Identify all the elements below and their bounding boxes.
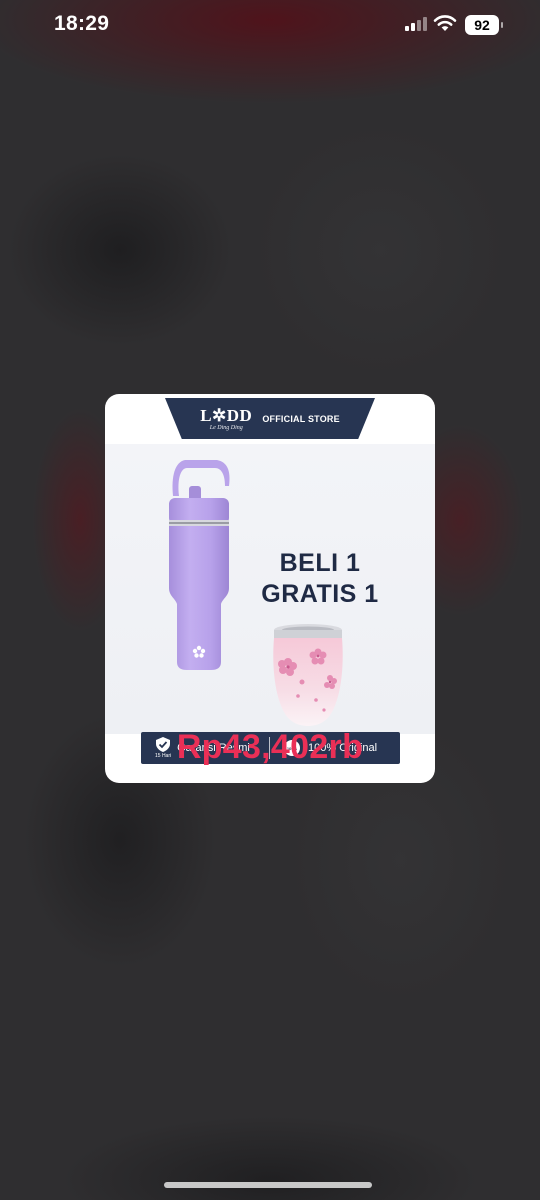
signal-icon bbox=[405, 17, 427, 31]
wifi-icon bbox=[433, 15, 457, 31]
tumbler-image bbox=[169, 460, 230, 670]
store-logo: L✲DD Le Ding Ding bbox=[200, 407, 252, 431]
status-bar: 18:29 92 bbox=[0, 0, 540, 50]
store-logo-text: L✲DD bbox=[200, 405, 253, 425]
promo-headline: BELI 1 GRATIS 1 bbox=[255, 548, 385, 610]
cup-image bbox=[273, 624, 343, 726]
battery-level: 92 bbox=[474, 17, 490, 33]
battery-icon: 92 bbox=[465, 15, 503, 35]
store-logo-subtext: Le Ding Ding bbox=[209, 424, 243, 431]
promo-line-1: BELI 1 bbox=[279, 549, 361, 577]
official-store-label: OFFICIAL STORE bbox=[262, 413, 340, 424]
product-image-area[interactable]: BELI 1 GRATIS 1 15 Hari Garansi Resmi 10… bbox=[105, 444, 435, 764]
home-indicator[interactable] bbox=[164, 1182, 372, 1188]
status-time: 18:29 bbox=[54, 12, 110, 35]
store-banner: L✲DD Le Ding Ding OFFICIAL STORE bbox=[165, 398, 375, 439]
promo-popup-card[interactable]: L✲DD Le Ding Ding OFFICIAL STORE BELI 1 … bbox=[105, 394, 435, 783]
promo-price: Rp43,402rb bbox=[176, 728, 364, 766]
promo-line-2: GRATIS 1 bbox=[261, 580, 379, 608]
